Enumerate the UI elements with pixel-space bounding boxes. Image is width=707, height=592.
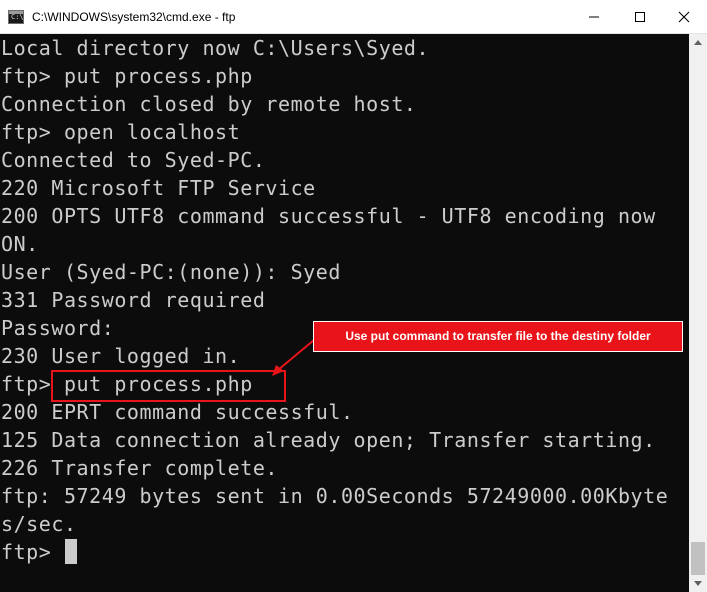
window-title: C:\WINDOWS\system32\cmd.exe - ftp [32, 10, 236, 24]
chevron-up-icon [694, 40, 702, 45]
scroll-down-button[interactable] [689, 575, 707, 592]
minimize-button[interactable] [571, 0, 617, 34]
console-line: 331 Password required [1, 288, 266, 312]
console-line: User (Syed-PC:(none)): Syed [1, 260, 341, 284]
maximize-button[interactable] [617, 0, 663, 34]
console-line: 230 User logged in. [1, 344, 241, 368]
minimize-icon [589, 16, 599, 18]
vertical-scrollbar[interactable] [689, 34, 707, 592]
console-line: ftp> open localhost [1, 120, 241, 144]
close-button[interactable] [661, 0, 707, 34]
maximize-icon [635, 12, 645, 22]
console-line: ftp> put process.php [1, 64, 253, 88]
chevron-down-icon [694, 581, 702, 586]
console-line: Connection closed by remote host. [1, 92, 417, 116]
console-line: Connected to Syed-PC. [1, 148, 266, 172]
scroll-thumb[interactable] [691, 542, 705, 575]
annotation-callout: Use put command to transfer file to the … [313, 321, 683, 352]
console-line: Local directory now C:\Users\Syed. [1, 36, 430, 60]
console-line: ON. [1, 232, 39, 256]
console-line: Password: [1, 316, 115, 340]
console-line: 125 Data connection already open; Transf… [1, 428, 656, 452]
console-prompt-line[interactable]: ftp> [1, 538, 64, 566]
console-line: 226 Transfer complete. [1, 456, 279, 480]
annotation-text: Use put command to transfer file to the … [345, 329, 651, 343]
console-output[interactable]: Local directory now C:\Users\Syed. ftp> … [0, 34, 689, 592]
console-line: s/sec. [1, 512, 77, 536]
title-bar[interactable]: C:\ C:\WINDOWS\system32\cmd.exe - ftp [0, 0, 707, 34]
console-line: 220 Microsoft FTP Service [1, 176, 316, 200]
text-cursor [65, 539, 77, 564]
command-highlight-box [51, 370, 286, 402]
cmd-icon[interactable]: C:\ [8, 10, 24, 24]
close-icon [678, 11, 690, 23]
cmd-window: C:\ C:\WINDOWS\system32\cmd.exe - ftp Lo… [0, 0, 707, 592]
console-line: 200 OPTS UTF8 command successful - UTF8 … [1, 204, 656, 228]
console-line: 200 EPRT command successful. [1, 400, 354, 424]
console-line: ftp: 57249 bytes sent in 0.00Seconds 572… [1, 484, 669, 508]
scroll-up-button[interactable] [689, 34, 707, 51]
